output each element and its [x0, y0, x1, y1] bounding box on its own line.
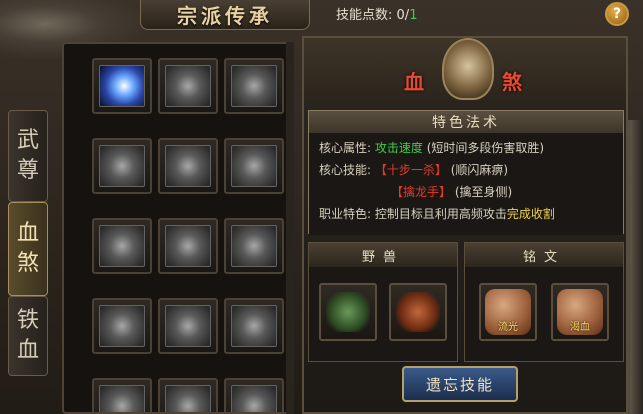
rune-stone-icon: 流光	[485, 289, 531, 335]
armor-icon	[99, 385, 145, 412]
rune-stone-icon: 渴血	[557, 289, 603, 335]
skill-slot[interactable]	[158, 218, 218, 274]
skill-points-label: 技能点数:	[336, 8, 393, 23]
rune-label: 流光	[498, 322, 518, 333]
figure-icon	[165, 385, 211, 412]
sect-detail-panel: 血 煞 特色法术 核心属性: 攻击速度 (短时间多段伤害取胜) 核心技能: 【十…	[302, 36, 628, 414]
rune-slot[interactable]: 渴血	[551, 283, 609, 341]
job-feature-row: 职业特色: 控制目标且利用高频攻击完成收割	[319, 203, 613, 225]
tab-label-char: 煞	[16, 251, 39, 276]
skill-slot[interactable]	[158, 138, 218, 194]
core-skill-1: 【十步一杀】	[374, 163, 447, 177]
helmet-icon	[231, 385, 277, 412]
green-dragon-icon	[326, 292, 370, 332]
core-attr-note: (短时间多段伤害取胜)	[426, 141, 545, 155]
window-title: 宗派传承	[177, 4, 273, 28]
skill-grid-panel	[62, 42, 294, 414]
skill-slot[interactable]	[158, 58, 218, 114]
job-highlight: 完成收割	[506, 207, 555, 221]
axe-head-icon	[165, 65, 211, 107]
skill-slot[interactable]	[92, 138, 152, 194]
shield-swirl-icon	[231, 225, 277, 267]
skill-slot[interactable]	[92, 218, 152, 274]
tab-tiexue[interactable]: 铁 血	[8, 296, 48, 376]
fire-beast-icon	[396, 292, 440, 332]
core-skill-2: 【擒龙手】	[391, 185, 452, 199]
job-text: 控制目标且利用高频攻击	[374, 207, 507, 221]
tab-wuzun[interactable]: 武 尊	[8, 110, 48, 202]
beast-slot[interactable]	[319, 283, 377, 341]
x-slash-icon	[99, 305, 145, 347]
tab-label-char: 尊	[16, 158, 39, 183]
core-attr-label: 核心属性:	[319, 141, 372, 155]
claw-strike-icon	[165, 145, 211, 187]
sect-name-char: 煞	[502, 70, 522, 94]
tab-label-char: 血	[16, 221, 39, 246]
feature-heading: 特色法术	[309, 111, 623, 133]
core-attr-value: 攻击速度	[374, 141, 423, 155]
skill-points: 技能点数: 0/1	[336, 4, 417, 23]
core-skill-label: 核心技能:	[319, 163, 372, 177]
skill-slot[interactable]	[158, 298, 218, 354]
skill-slot[interactable]	[224, 218, 284, 274]
cross-blades-icon	[231, 145, 277, 187]
tab-xuesha[interactable]: 血 煞	[8, 202, 48, 296]
tab-label-char: 血	[16, 338, 39, 363]
skill-slot[interactable]	[92, 58, 152, 114]
sword-pierce-icon	[99, 145, 145, 187]
beast-claw-icon	[231, 305, 277, 347]
help-icon: ?	[612, 6, 622, 22]
burst-icon	[165, 305, 211, 347]
title-plate: 宗派传承	[140, 0, 310, 30]
tab-label-char: 铁	[16, 308, 39, 333]
feature-body: 核心属性: 攻击速度 (短时间多段伤害取胜) 核心技能: 【十步一杀】 (顺闪麻…	[309, 133, 623, 235]
skill-slot[interactable]	[224, 138, 284, 194]
rune-label: 渴血	[570, 322, 590, 333]
rune-heading: 铭文	[465, 243, 623, 267]
skill-grid-scrollbar[interactable]	[286, 42, 294, 414]
window-frame: 宗派传承 技能点数: 0/1 ? 武 尊 血 煞 铁 血 血 煞 特色法术 核心…	[0, 0, 643, 414]
job-label: 职业特色:	[319, 207, 372, 221]
beast-slot[interactable]	[389, 283, 447, 341]
winged-emblem-icon	[442, 38, 494, 100]
lightning-slash-icon	[99, 65, 145, 107]
skill-slot[interactable]	[224, 58, 284, 114]
chain-icon	[231, 65, 277, 107]
core-skill-2-note: (擒至身侧)	[454, 185, 513, 199]
vortex-icon	[165, 225, 211, 267]
core-skill-row: 核心技能: 【十步一杀】 (顺闪麻痹)	[319, 159, 613, 181]
sect-name-band: 血 煞	[304, 38, 626, 104]
core-skill-1-note: (顺闪麻痹)	[450, 163, 509, 177]
help-button[interactable]: ?	[605, 2, 629, 26]
forget-skill-button[interactable]: 遗忘技能	[402, 366, 518, 402]
tab-label-char: 武	[16, 128, 39, 153]
skill-slot[interactable]	[92, 298, 152, 354]
skill-slot[interactable]	[224, 298, 284, 354]
skill-slot[interactable]	[158, 378, 218, 412]
beast-heading: 野兽	[309, 243, 457, 267]
core-skill-row-2: 【擒龙手】 (擒至身侧)	[319, 181, 613, 203]
beast-panel: 野兽	[308, 242, 458, 362]
rune-pillar-icon	[99, 225, 145, 267]
core-attribute-row: 核心属性: 攻击速度 (短时间多段伤害取胜)	[319, 137, 613, 159]
skill-slot[interactable]	[92, 378, 152, 412]
rune-panel: 铭文 流光 渴血	[464, 242, 624, 362]
skill-points-max: 1	[409, 8, 418, 23]
skill-slot[interactable]	[224, 378, 284, 412]
rune-slot[interactable]: 流光	[479, 283, 537, 341]
feature-box: 特色法术 核心属性: 攻击速度 (短时间多段伤害取胜) 核心技能: 【十步一杀】…	[308, 110, 624, 235]
sect-name-char: 血	[404, 70, 424, 94]
skill-points-used: 0/	[396, 8, 410, 23]
